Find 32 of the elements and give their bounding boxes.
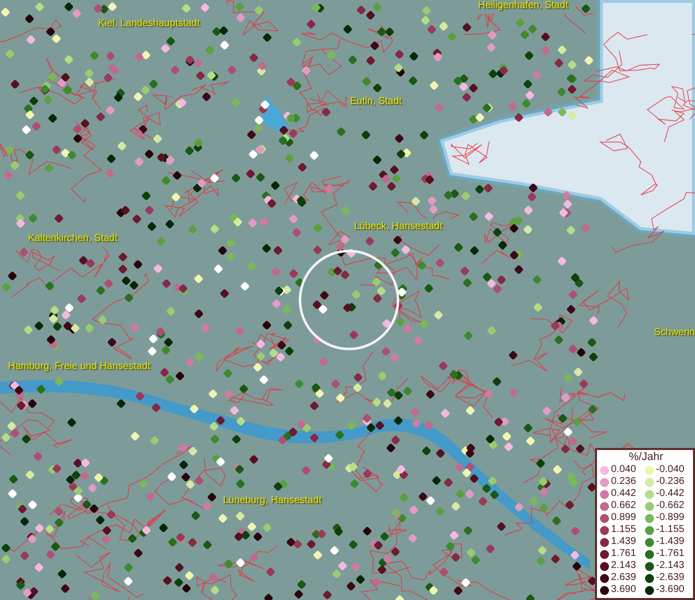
legend-value: 3.690 xyxy=(610,584,638,596)
legend-value: -0.040 xyxy=(655,464,686,476)
legend-value: 1.155 xyxy=(610,524,638,536)
selection-circle[interactable] xyxy=(298,250,400,350)
legend-title: %/Jahr xyxy=(628,451,664,464)
legend-value: 1.439 xyxy=(610,536,638,548)
place-label: Kaltenkirchen, Stadt xyxy=(28,233,118,245)
legend-value: -0.662 xyxy=(655,500,686,512)
place-label: Schwerin xyxy=(654,327,695,339)
legend-value: 2.639 xyxy=(610,572,638,584)
legend-value: 2.143 xyxy=(610,560,638,572)
legend-value: -0.899 xyxy=(655,512,686,524)
legend-value: 0.236 xyxy=(610,476,638,488)
legend-value: -0.236 xyxy=(655,476,686,488)
legend-value: 0.899 xyxy=(610,512,638,524)
legend-value: -1.439 xyxy=(655,536,686,548)
place-label: Eutin, Stadt xyxy=(350,96,402,108)
legend-value: 1.761 xyxy=(610,548,638,560)
place-label: Lüneburg, Hansestadt xyxy=(223,495,322,507)
legend-value: -0.442 xyxy=(655,488,686,500)
legend-value: -1.761 xyxy=(655,548,686,560)
legend-value: 0.040 xyxy=(610,464,638,476)
place-label: Hamburg, Freie und Hansestadt xyxy=(8,361,150,373)
place-label: Lübeck, Hansestadt xyxy=(354,221,442,233)
place-label: Heiligenhafen, Stadt xyxy=(478,0,568,12)
legend-value: -1.155 xyxy=(655,524,686,536)
legend-value: 0.442 xyxy=(610,488,638,500)
place-label: Kiel, Landeshauptstadt xyxy=(98,18,200,30)
legend-value: 0.662 xyxy=(610,500,638,512)
legend-value: -3.690 xyxy=(655,584,686,596)
legend-value: -2.639 xyxy=(655,572,686,584)
legend-value: -2.143 xyxy=(655,560,686,572)
